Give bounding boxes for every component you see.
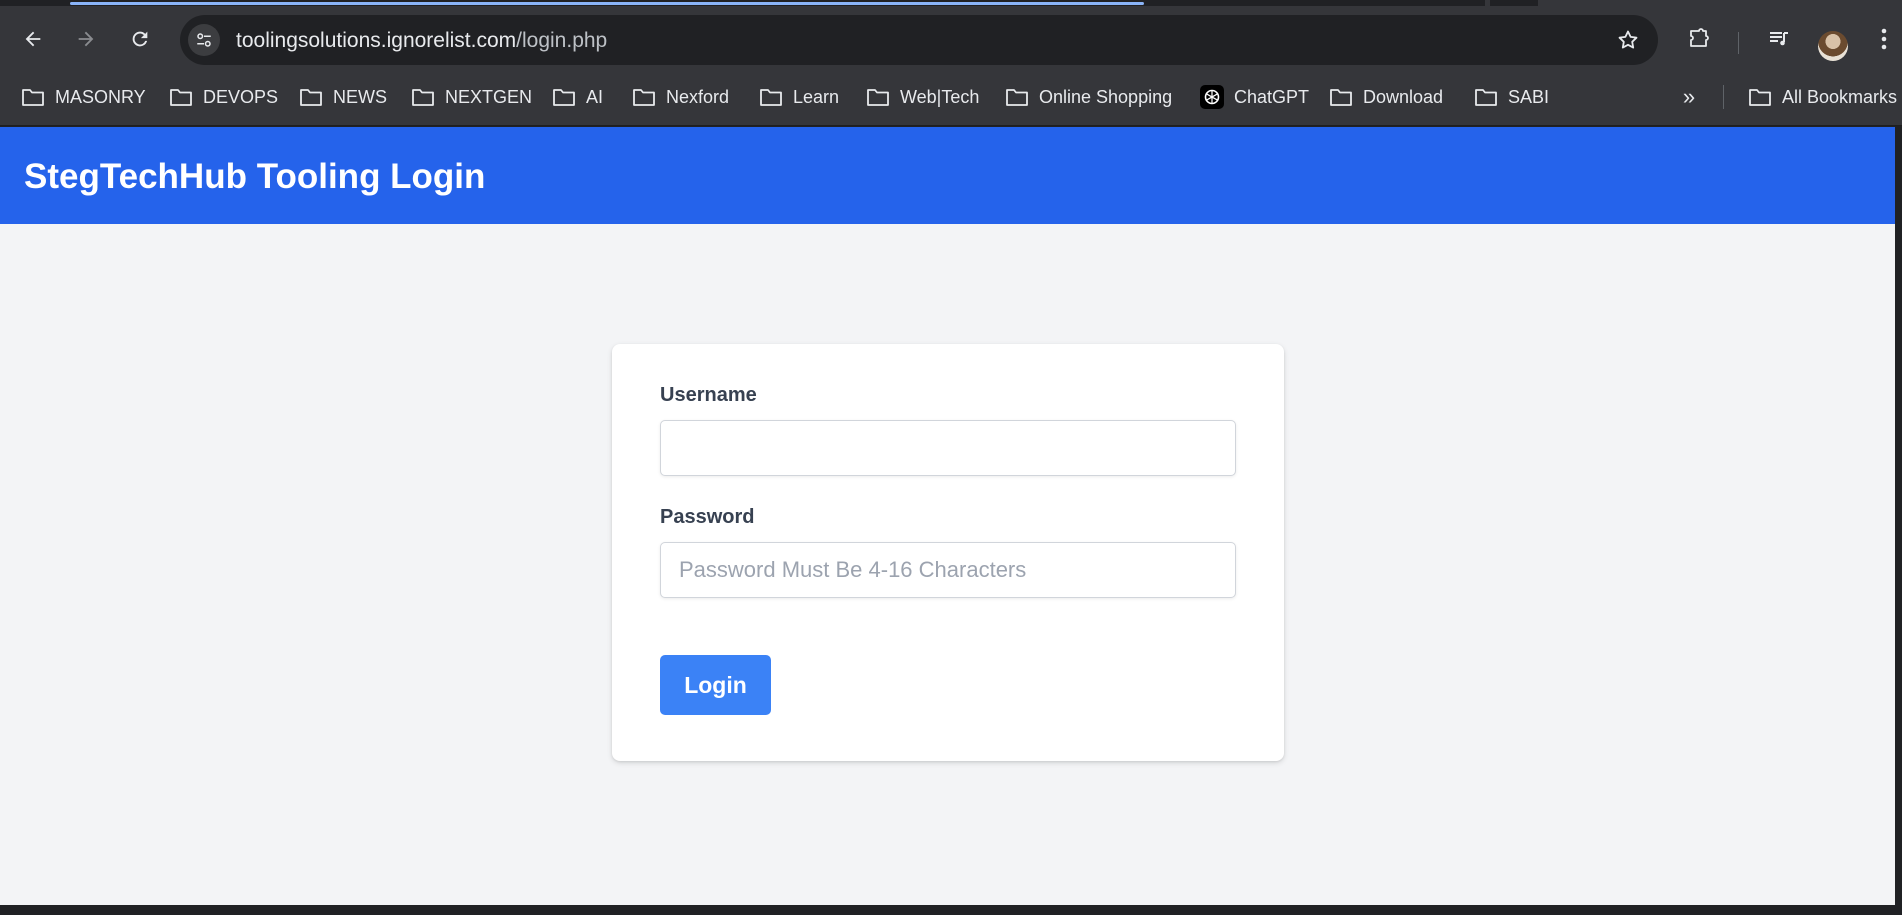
bookmark-label: Web|Tech [900, 86, 980, 107]
all-bookmarks-button[interactable]: All Bookmarks [1748, 83, 1897, 111]
login-button[interactable]: Login [660, 655, 771, 715]
folder-icon [760, 89, 782, 106]
bookmark-label: Learn [793, 86, 840, 107]
bookmarks-bar: MASONRY DEVOPS NEWS NEXTGEN AI Nexford L… [0, 68, 1902, 126]
vertical-scrollbar[interactable] [1895, 127, 1902, 915]
bookmark-label: ChatGPT [1234, 86, 1310, 107]
bookmark-folder-ai[interactable]: AI [552, 83, 603, 111]
back-arrow-icon [25, 31, 41, 47]
folder-icon [633, 89, 655, 106]
loading-progress-bar [70, 2, 1144, 5]
page-title: StegTechHub Tooling Login [24, 157, 486, 196]
address-bar[interactable]: toolingsolutions.ignorelist.com/login.ph… [180, 15, 1658, 65]
playlist-music-icon [1770, 32, 1788, 46]
bookmark-chatgpt[interactable]: ChatGPT [1200, 83, 1309, 111]
bookmark-folder-webtech[interactable]: Web|Tech [866, 83, 979, 111]
chatgpt-icon [1200, 85, 1224, 109]
bookmark-folder-masonry[interactable]: MASONRY [21, 83, 146, 111]
reload-icon [132, 31, 148, 47]
back-button[interactable] [17, 23, 49, 55]
bookmark-label: Download [1363, 86, 1444, 107]
bookmark-folder-devops[interactable]: DEVOPS [169, 83, 278, 111]
site-info-button[interactable] [188, 24, 220, 56]
bookmark-label: MASONRY [55, 86, 146, 107]
bookmark-label: Online Shopping [1039, 86, 1173, 107]
bookmark-folder-nexford[interactable]: Nexford [632, 83, 729, 111]
bookmark-label: NEWS [333, 86, 387, 107]
bookmark-label: DEVOPS [203, 86, 279, 107]
page-header: StegTechHub Tooling Login [0, 127, 1895, 224]
browser-toolbar: toolingsolutions.ignorelist.com/login.ph… [0, 6, 1902, 68]
bookmark-folder-download[interactable]: Download [1329, 83, 1443, 111]
folder-icon [1006, 89, 1028, 106]
folder-icon [553, 89, 575, 106]
bookmark-folder-learn[interactable]: Learn [759, 83, 839, 111]
bookmark-folder-nextgen[interactable]: NEXTGEN [411, 83, 532, 111]
bookmark-star-icon[interactable] [1616, 28, 1640, 52]
bookmark-label: Nexford [666, 86, 730, 107]
folder-icon [1475, 89, 1497, 106]
media-controls-button[interactable] [1763, 23, 1795, 55]
tune-icon [197, 33, 211, 47]
login-form-card: Username Password Login [612, 344, 1284, 761]
username-input[interactable] [660, 420, 1236, 476]
username-label: Username [660, 384, 757, 406]
folder-icon [300, 89, 322, 106]
puzzle-icon [1690, 28, 1709, 47]
folder-icon [1749, 89, 1771, 106]
kebab-menu-icon [1881, 28, 1887, 50]
url-text[interactable]: toolingsolutions.ignorelist.com/login.ph… [236, 29, 607, 53]
bookmarks-overflow-button[interactable]: » [1676, 84, 1702, 110]
page-viewport: StegTechHub Tooling Login Username Passw… [0, 127, 1895, 905]
folder-icon [1330, 89, 1352, 106]
profile-avatar[interactable] [1818, 31, 1848, 61]
reload-button[interactable] [124, 23, 156, 55]
forward-button[interactable] [70, 23, 102, 55]
folder-icon [867, 89, 889, 106]
bookmark-label: AI [586, 86, 604, 107]
forward-arrow-icon [78, 31, 94, 47]
password-input[interactable] [660, 542, 1236, 598]
window-bottom-edge [0, 905, 1902, 915]
toolbar-separator [1738, 32, 1739, 54]
folder-icon [170, 89, 192, 106]
url-host: toolingsolutions.ignorelist.com [236, 29, 517, 52]
password-label: Password [660, 506, 755, 528]
bookmark-folder-online-shopping[interactable]: Online Shopping [1005, 83, 1172, 111]
all-bookmarks-label: All Bookmarks [1782, 86, 1898, 107]
bookmark-label: NEXTGEN [445, 86, 533, 107]
bookmark-folder-sabi[interactable]: SABI [1474, 83, 1549, 111]
extensions-button[interactable] [1683, 23, 1715, 55]
bookmarks-separator [1723, 85, 1724, 109]
browser-menu-button[interactable] [1872, 23, 1896, 55]
folder-icon [412, 89, 434, 106]
url-path: /login.php [516, 29, 608, 52]
bookmark-label: SABI [1508, 86, 1550, 107]
folder-icon [22, 89, 44, 106]
bookmark-folder-news[interactable]: NEWS [299, 83, 387, 111]
